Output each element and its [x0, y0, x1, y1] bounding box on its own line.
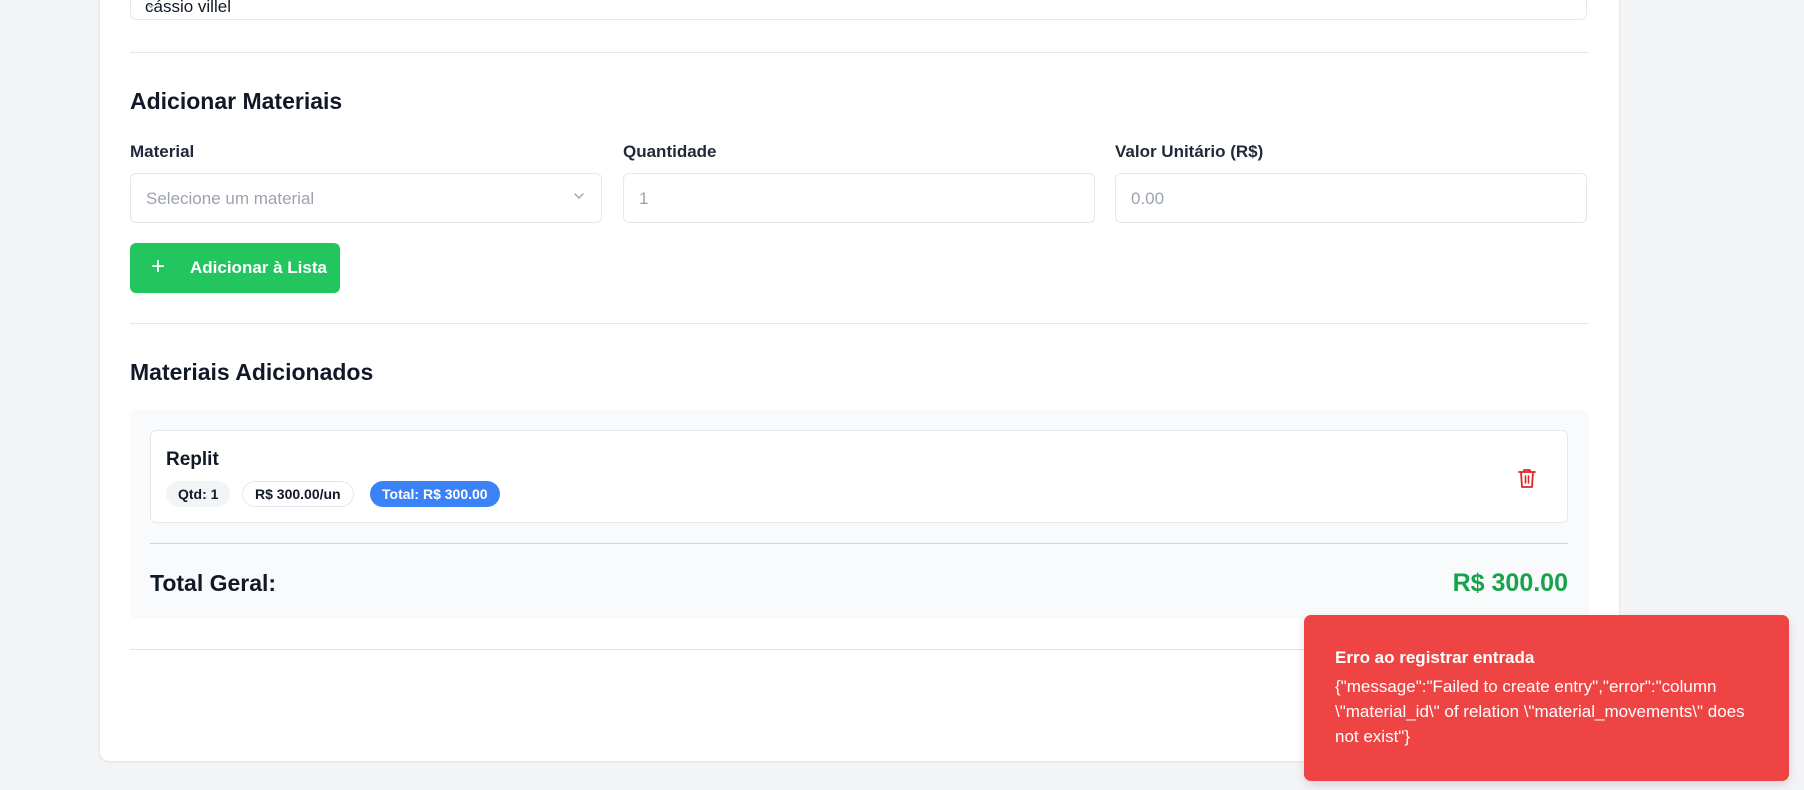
- item-total-badge: Total: R$ 300.00: [370, 481, 500, 507]
- unit-value-label: Valor Unitário (R$): [1115, 142, 1264, 161]
- chevron-down-icon: [574, 193, 584, 199]
- error-toast[interactable]: Erro ao registrar entrada {"message":"Fa…: [1304, 615, 1789, 781]
- toast-message: {"message":"Failed to create entry","err…: [1335, 677, 1745, 746]
- quantity-input[interactable]: 1: [623, 173, 1095, 223]
- quantity-label: Quantidade: [623, 142, 717, 161]
- quantity-input-placeholder: 1: [639, 189, 649, 208]
- grand-total-label: Total Geral:: [150, 570, 277, 596]
- material-select[interactable]: Selecione um material: [130, 173, 602, 223]
- divider: [130, 323, 1589, 324]
- toast-title: Erro ao registrar entrada: [1335, 648, 1535, 667]
- unit-value-input-placeholder: 0.00: [1131, 189, 1165, 208]
- add-to-list-label: Adicionar à Lista: [190, 258, 327, 277]
- add-materials-title: Adicionar Materiais: [130, 88, 343, 114]
- add-to-list-button[interactable]: + Adicionar à Lista: [130, 243, 340, 293]
- material-select-placeholder: Selecione um material: [146, 189, 315, 208]
- plus-icon: +: [151, 253, 166, 280]
- grand-total-value: R$ 300.00: [1452, 569, 1568, 597]
- trash-icon[interactable]: [1517, 467, 1537, 489]
- material-label: Material: [130, 142, 195, 161]
- item-name: Replit: [166, 449, 219, 470]
- list-item: Replit Qtd: 1 R$ 300.00/un Total: R$ 300…: [150, 430, 1568, 523]
- divider: [130, 52, 1589, 53]
- quantity-badge: Qtd: 1: [166, 481, 231, 507]
- responsible-select[interactable]: cássio villel ⌄: [130, 0, 1587, 20]
- chevron-down-icon: ⌄: [145, 0, 157, 11]
- unit-price-badge: R$ 300.00/un: [242, 481, 354, 507]
- divider: [150, 543, 1568, 544]
- unit-value-input[interactable]: 0.00: [1115, 173, 1587, 223]
- added-materials-title: Materiais Adicionados: [130, 359, 374, 385]
